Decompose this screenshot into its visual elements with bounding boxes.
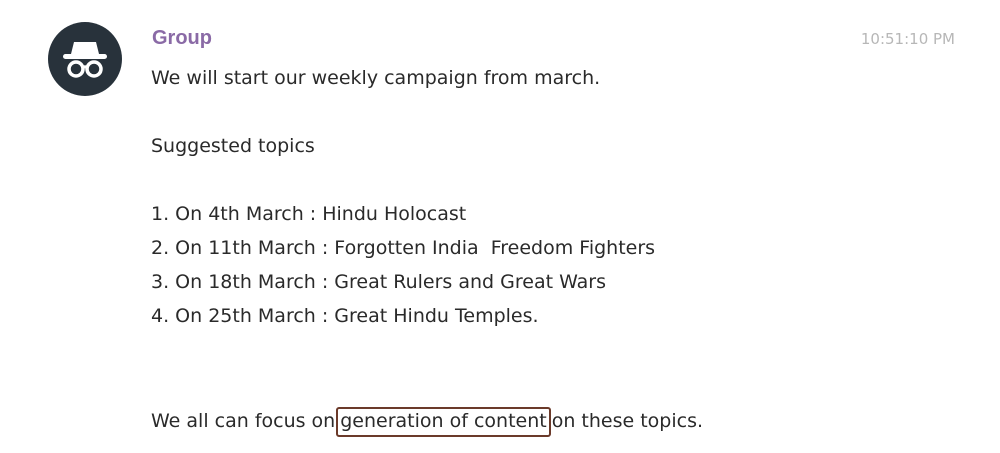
message-timestamp: 10:51:10 PM xyxy=(860,30,955,48)
chat-message: Group 10:51:10 PM We will start our week… xyxy=(0,0,1000,453)
list-item: 4. On 25th March : Great Hindu Temples. xyxy=(151,305,539,327)
message-intro: We will start our weekly campaign from m… xyxy=(151,67,601,89)
closing-text-before: We all can focus on xyxy=(151,410,336,432)
highlighted-phrase: generation of content xyxy=(336,407,551,437)
list-item: 1. On 4th March : Hindu Holocast xyxy=(151,203,467,225)
section-heading: Suggested topics xyxy=(151,135,315,157)
sender-name[interactable]: Group xyxy=(152,27,212,50)
closing-text-after: on these topics. xyxy=(551,410,704,432)
message-closing: We all can focus on generation of content… xyxy=(151,407,703,437)
avatar[interactable] xyxy=(48,22,122,96)
list-item: 3. On 18th March : Great Rulers and Grea… xyxy=(151,271,607,293)
list-item: 2. On 11th March : Forgotten India Freed… xyxy=(151,237,656,259)
